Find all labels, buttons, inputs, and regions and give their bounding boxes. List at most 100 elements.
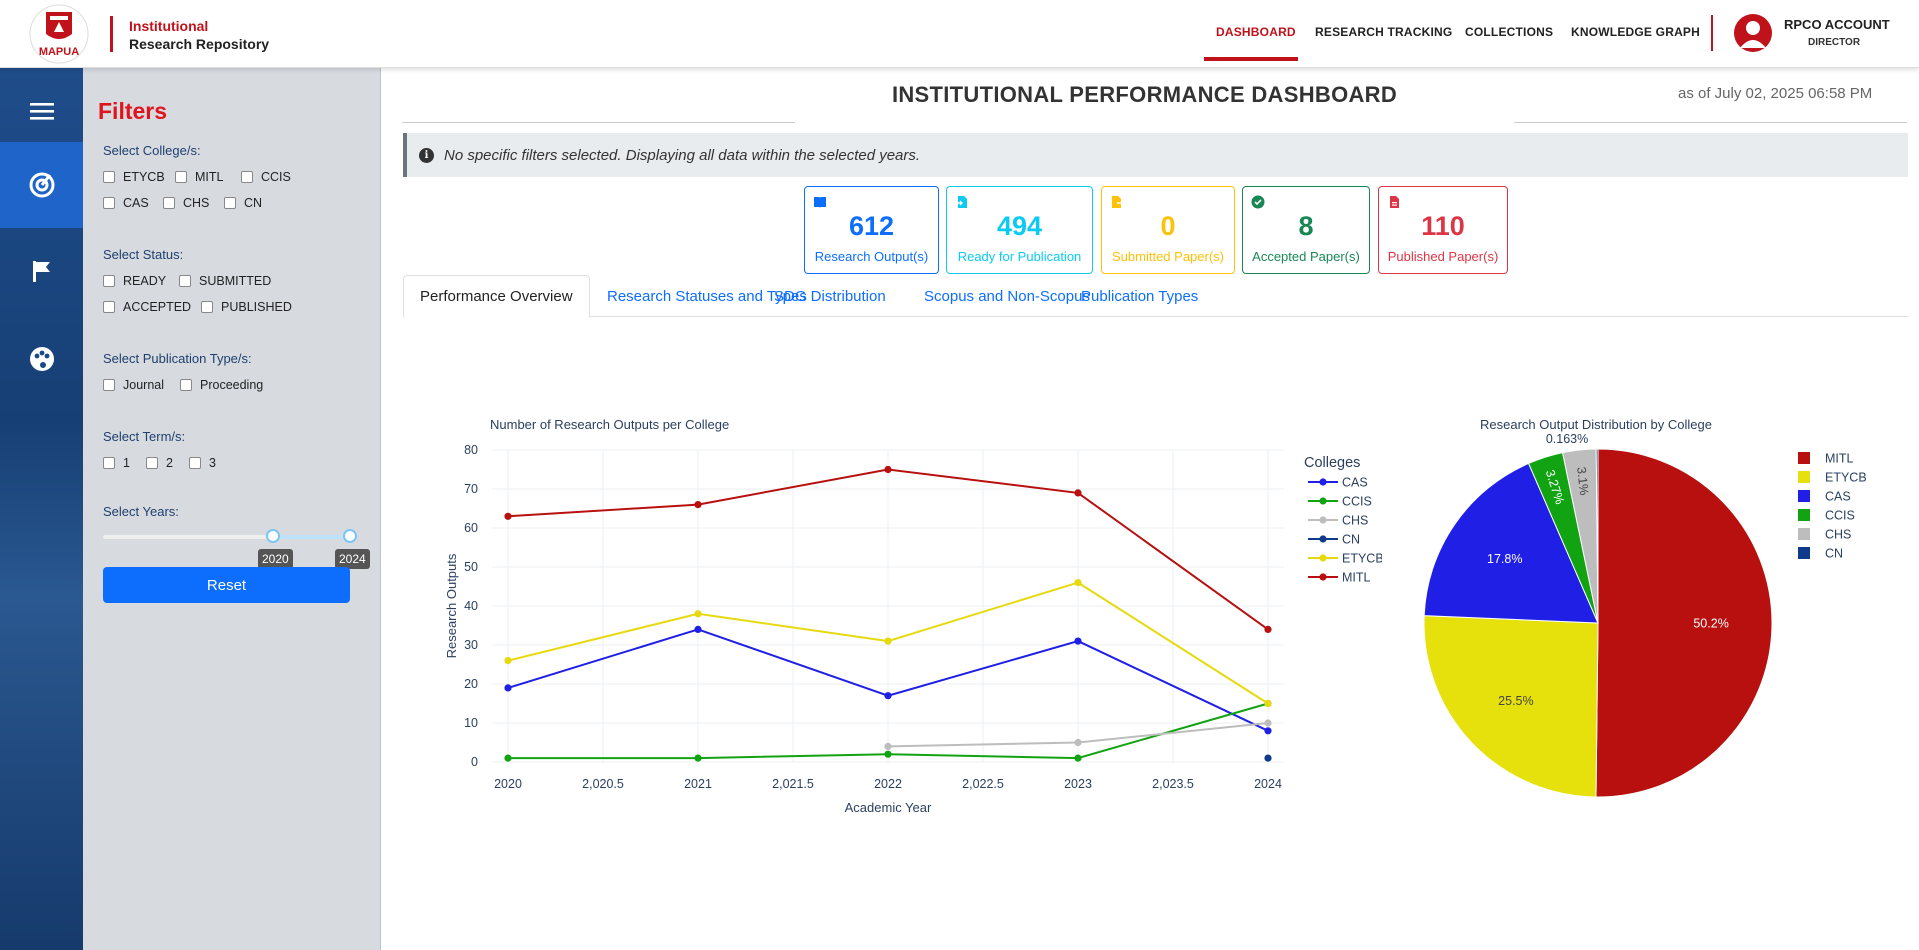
- legend-item-etycb: ETYCB: [1308, 552, 1382, 566]
- checkbox-box[interactable]: [103, 457, 115, 469]
- data-point-mitl: [504, 512, 512, 520]
- user-avatar-icon[interactable]: [1734, 14, 1772, 52]
- x-tick-label: 2,020.5: [582, 777, 624, 791]
- data-point-cas: [1074, 637, 1082, 645]
- checkbox-ready[interactable]: READY: [103, 274, 166, 288]
- legend-swatch-marker: [1319, 535, 1327, 543]
- tab-publication-types[interactable]: Publication Types: [1065, 275, 1214, 317]
- data-point-cas: [1264, 727, 1272, 735]
- file-import-icon: [956, 196, 967, 208]
- rail-dashboard[interactable]: [0, 142, 83, 228]
- year-slider-start-handle[interactable]: [266, 529, 280, 543]
- checkbox-label: CAS: [123, 196, 149, 210]
- checkbox-box[interactable]: [103, 275, 115, 287]
- title-divider-left: [402, 122, 795, 123]
- y-tick-label: 80: [464, 443, 478, 457]
- checkbox-accepted[interactable]: ACCEPTED: [103, 300, 191, 314]
- checkbox-term-2[interactable]: 2: [146, 456, 173, 470]
- checkbox-box[interactable]: [163, 197, 175, 209]
- data-point-ccis: [504, 754, 512, 762]
- checkbox-mitl[interactable]: MITL: [175, 170, 223, 184]
- legend-label: CN: [1342, 533, 1360, 547]
- account-divider: [1711, 15, 1713, 51]
- checkbox-box[interactable]: [189, 457, 201, 469]
- nav-research-tracking[interactable]: RESEARCH TRACKING: [1315, 25, 1452, 39]
- legend-item-cn: CN: [1308, 533, 1360, 547]
- legend-swatch-marker: [1319, 478, 1327, 486]
- info-icon: i: [419, 147, 434, 163]
- checkbox-proceeding[interactable]: Proceeding: [180, 378, 263, 392]
- x-tick-label: 2023: [1064, 777, 1092, 791]
- checkbox-cn[interactable]: CN: [224, 196, 262, 210]
- checkbox-box[interactable]: [103, 301, 115, 313]
- legend-item-mitl: MITL: [1798, 452, 1854, 466]
- tab-sdg-distribution[interactable]: SDG Distribution: [758, 275, 902, 317]
- stat-card-accepted[interactable]: 8 Accepted Paper(s): [1242, 186, 1370, 274]
- data-point-cas: [504, 684, 512, 692]
- legend-swatch: [1798, 471, 1810, 483]
- filter-notice-text: No specific filters selected. Displaying…: [444, 146, 921, 164]
- checkbox-box[interactable]: [241, 171, 253, 183]
- dashboard-tabs: Performance Overview Research Statuses a…: [403, 275, 1908, 318]
- mapua-logo[interactable]: MAPUA: [26, 4, 92, 64]
- y-tick-label: 70: [464, 482, 478, 496]
- stat-card-research-outputs[interactable]: 612 Research Output(s): [804, 186, 939, 274]
- y-tick-label: 50: [464, 560, 478, 574]
- stat-card-submitted[interactable]: 0 Submitted Paper(s): [1101, 186, 1235, 274]
- checkbox-journal[interactable]: Journal: [103, 378, 164, 392]
- checkbox-label: CHS: [183, 196, 210, 210]
- nav-dashboard[interactable]: DASHBOARD: [1216, 25, 1296, 39]
- checkbox-box[interactable]: [103, 379, 115, 391]
- data-point-cas: [694, 625, 702, 633]
- checkbox-box[interactable]: [103, 171, 115, 183]
- nav-active-indicator: [1204, 57, 1298, 61]
- status-filter-label: Select Status:: [103, 247, 184, 262]
- stat-value: 0: [1160, 211, 1176, 241]
- checkbox-box[interactable]: [175, 171, 187, 183]
- checkbox-box[interactable]: [180, 379, 192, 391]
- x-tick-label: 2,022.5: [962, 777, 1004, 791]
- legend-label: CHS: [1342, 514, 1368, 528]
- checkbox-box[interactable]: [224, 197, 236, 209]
- checkbox-box[interactable]: [146, 457, 158, 469]
- checkbox-etycb[interactable]: ETYCB: [103, 170, 165, 184]
- year-slider-end-handle[interactable]: [343, 529, 357, 543]
- legend-label: MITL: [1342, 571, 1371, 585]
- chart-title: Number of Research Outputs per College: [490, 417, 729, 432]
- nav-collections[interactable]: COLLECTIONS: [1465, 25, 1553, 39]
- checkbox-box[interactable]: [103, 197, 115, 209]
- rail-collections[interactable]: [0, 316, 83, 402]
- checkbox-cas[interactable]: CAS: [103, 196, 149, 210]
- legend-item-chs: CHS: [1798, 528, 1851, 542]
- term-filter-label: Select Term/s:: [103, 429, 186, 444]
- stat-value: 110: [1421, 211, 1465, 241]
- checkbox-label: CCIS: [261, 170, 291, 184]
- legend-swatch: [1798, 547, 1810, 559]
- account-name[interactable]: RPCO ACCOUNT: [1784, 17, 1890, 32]
- checkbox-term-1[interactable]: 1: [103, 456, 130, 470]
- checkbox-box[interactable]: [201, 301, 213, 313]
- stat-card-ready[interactable]: 494 Ready for Publication: [946, 186, 1093, 274]
- reset-button[interactable]: Reset: [103, 567, 350, 603]
- legend-label: CN: [1825, 547, 1843, 561]
- file-pdf-icon: [1390, 196, 1399, 208]
- data-point-cn: [1264, 754, 1272, 762]
- checkbox-submitted[interactable]: SUBMITTED: [179, 274, 271, 288]
- legend-swatch-marker: [1319, 497, 1327, 505]
- rail-tracking[interactable]: [0, 228, 83, 314]
- y-tick-label: 10: [464, 716, 478, 730]
- checkbox-box[interactable]: [179, 275, 191, 287]
- checkbox-ccis[interactable]: CCIS: [241, 170, 291, 184]
- legend-item-etycb: ETYCB: [1798, 471, 1867, 485]
- data-point-mitl: [1074, 489, 1082, 497]
- checkbox-published[interactable]: PUBLISHED: [201, 300, 292, 314]
- legend-item-mitl: MITL: [1308, 571, 1371, 585]
- checkbox-term-3[interactable]: 3: [189, 456, 216, 470]
- stat-card-published[interactable]: 110 Published Paper(s): [1378, 186, 1508, 274]
- checkbox-chs[interactable]: CHS: [163, 196, 209, 210]
- stat-label: Research Output(s): [814, 249, 929, 264]
- brand-divider: [110, 16, 113, 52]
- tab-performance-overview[interactable]: Performance Overview: [403, 275, 590, 318]
- nav-knowledge-graph[interactable]: KNOWLEDGE GRAPH: [1571, 25, 1700, 39]
- stat-value: 612: [848, 211, 895, 241]
